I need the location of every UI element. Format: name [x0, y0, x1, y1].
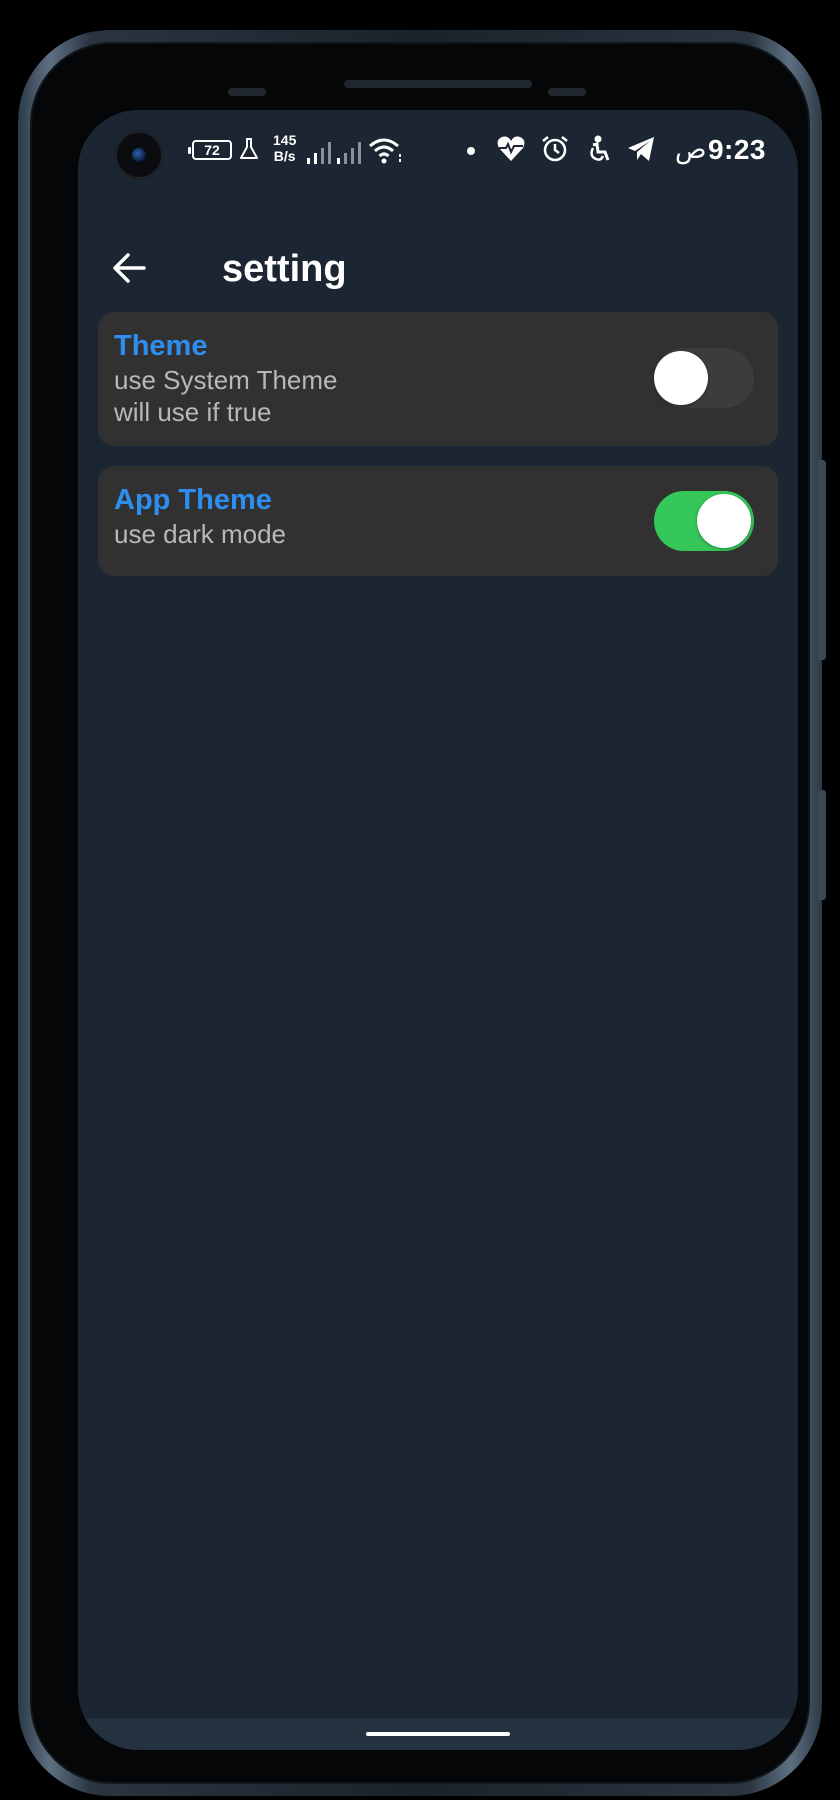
sensor	[548, 88, 586, 96]
status-bar: 72 145 B/s ص 9:23	[78, 110, 798, 194]
signal-icon	[307, 142, 331, 164]
setting-card-app-theme: App Theme use dark mode	[98, 466, 778, 576]
volume-button	[818, 460, 826, 660]
time-period: ص	[675, 134, 707, 164]
flask-icon	[240, 138, 258, 159]
page-title: setting	[222, 248, 347, 290]
switch-knob	[654, 351, 708, 405]
signal-icon	[337, 142, 361, 164]
app-bar: setting	[78, 210, 798, 326]
sensor	[228, 88, 266, 96]
navigation-bar	[78, 1718, 798, 1750]
network-speed-value: 145	[273, 132, 297, 148]
network-speed-unit: B/s	[273, 148, 296, 164]
heart-rate-icon	[497, 136, 525, 161]
battery-icon: 72	[188, 140, 232, 160]
network-speed: 145 B/s	[273, 132, 296, 164]
earpiece-speaker	[344, 80, 532, 88]
wifi-icon	[369, 138, 401, 164]
camera-icon	[114, 130, 164, 180]
alarm-icon	[542, 136, 568, 162]
app-theme-switch[interactable]	[654, 491, 754, 551]
phone-frame: 72 145 B/s ص 9:23 setting Theme use Syst…	[18, 30, 826, 1796]
switch-knob	[697, 494, 751, 548]
clock-time: 9:23	[707, 134, 766, 165]
power-button	[818, 790, 826, 900]
battery-level: 72	[204, 142, 220, 158]
telegram-icon	[628, 137, 654, 161]
screen: 72 145 B/s ص 9:23 setting Theme use Syst…	[78, 110, 798, 1750]
home-indicator[interactable]	[366, 1732, 510, 1736]
back-button[interactable]	[102, 240, 158, 296]
setting-card-theme: Theme use System Theme will use if true	[98, 312, 778, 446]
accessibility-icon	[590, 135, 610, 161]
notification-dot-icon	[467, 147, 475, 155]
theme-switch[interactable]	[654, 348, 754, 408]
arrow-back-icon	[113, 253, 146, 283]
